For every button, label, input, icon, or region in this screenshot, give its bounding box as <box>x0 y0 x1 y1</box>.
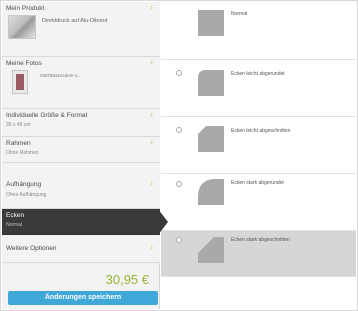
corner-cut-strong-icon <box>198 237 224 263</box>
save-changes-button[interactable]: Änderungen speichern <box>8 291 158 305</box>
chevron-right-icon: › <box>150 57 153 67</box>
corner-option-cut-light[interactable]: Ecken leicht abgeschnitten <box>161 117 356 174</box>
corner-round-light-icon <box>198 70 224 96</box>
sidebar-item-frame[interactable]: Rahmen Ohne Rahmen › <box>2 137 160 163</box>
photo-thumbnail <box>12 70 28 94</box>
corner-options-panel: Normal Ecken leicht abgerundet Ecken lei… <box>161 2 356 309</box>
sidebar-item-title: Weitere Optionen <box>6 245 57 252</box>
total-price: 30,95 € <box>105 272 149 287</box>
chevron-right-icon: › <box>150 2 153 12</box>
sidebar-item-detail: Direktdruck auf Alu-Dibond <box>42 18 108 24</box>
corner-option-label: Ecken stark abgeschnitten <box>231 237 290 243</box>
sidebar-item-subtitle: Ohne Aufhängung <box>6 192 47 198</box>
corner-option-label: Ecken leicht abgerundet <box>231 71 285 77</box>
corner-round-strong-icon <box>198 179 224 205</box>
sidebar-item-hanging[interactable]: Aufhängung Ohne Aufhängung › <box>2 163 160 209</box>
sidebar-item-title: Meine Fotos <box>6 60 42 67</box>
sidebar-item-title: Aufhängung <box>6 181 42 188</box>
sidebar-item-title: Rahmen <box>6 140 31 147</box>
sidebar-item-more-options[interactable]: Weitere Optionen › <box>2 235 160 263</box>
corner-option-label: Normal <box>231 11 248 17</box>
radio-icon[interactable] <box>176 127 182 133</box>
corner-option-round-light[interactable]: Ecken leicht abgerundet <box>161 60 356 117</box>
corner-option-normal[interactable]: Normal <box>161 2 356 60</box>
corner-option-round-strong[interactable]: Ecken stark abgerundet <box>161 174 356 231</box>
chevron-right-icon: › <box>150 109 153 119</box>
radio-icon[interactable] <box>176 237 182 243</box>
configuration-sidebar: Mein Produkt › Direktdruck auf Alu-Dibon… <box>2 2 160 309</box>
corner-normal-icon <box>198 10 224 36</box>
sidebar-item-product[interactable]: Mein Produkt › Direktdruck auf Alu-Dibon… <box>2 2 160 57</box>
corner-option-label: Ecken stark abgerundet <box>231 180 284 186</box>
sidebar-item-size-format[interactable]: Individuelle Größe & Format 30 x 45 cm › <box>2 109 160 137</box>
sidebar-item-title: Individuelle Größe & Format <box>6 112 88 119</box>
sidebar-item-title: Mein Produkt <box>6 5 45 12</box>
sidebar-item-corners[interactable]: Ecken Normal <box>2 209 160 235</box>
radio-icon[interactable] <box>176 181 182 187</box>
active-item-pointer <box>158 209 168 235</box>
sidebar-item-detail: 20076831ecdem-1... <box>40 73 82 78</box>
chevron-right-icon: › <box>150 178 153 188</box>
sidebar-item-subtitle: Ohne Rahmen <box>6 150 39 156</box>
chevron-right-icon: › <box>150 137 153 147</box>
chevron-right-icon: › <box>150 242 153 252</box>
sidebar-item-subtitle: Normal <box>6 222 23 228</box>
corner-option-label: Ecken leicht abgeschnitten <box>231 128 291 134</box>
sidebar-item-photos[interactable]: Meine Fotos › 20076831ecdem-1... <box>2 57 160 109</box>
radio-icon[interactable] <box>176 70 182 76</box>
corner-option-cut-strong[interactable]: Ecken stark abgeschnitten <box>161 231 356 277</box>
corner-cut-light-icon <box>198 126 224 152</box>
sidebar-item-subtitle: 30 x 45 cm <box>6 122 31 128</box>
sidebar-item-title: Ecken <box>6 212 25 219</box>
product-thumbnail <box>8 15 36 39</box>
